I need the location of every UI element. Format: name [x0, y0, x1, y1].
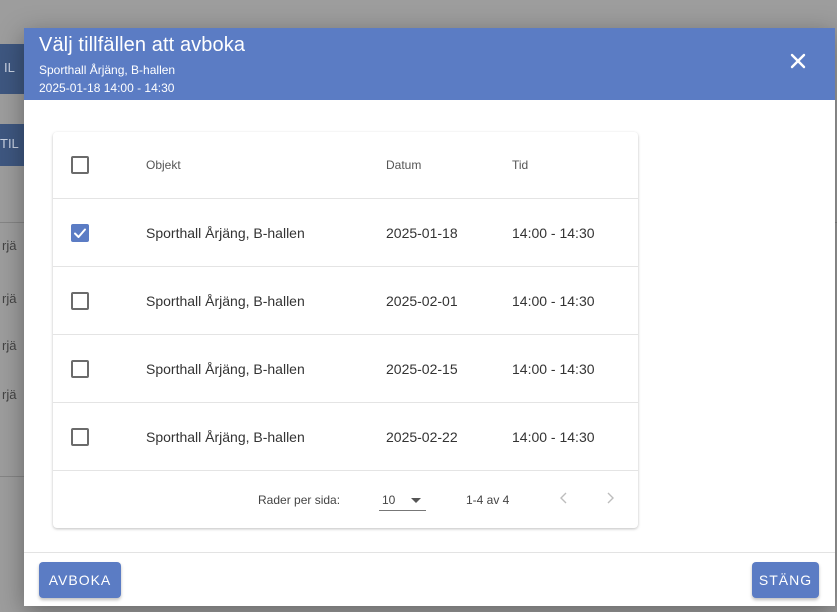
table-header-row: Objekt Datum Tid [53, 132, 638, 199]
row-object: Sporthall Årjäng, B-hallen [146, 292, 305, 309]
row-checkbox[interactable] [71, 359, 89, 378]
background-divider [0, 476, 24, 477]
table-row[interactable]: Sporthall Årjäng, B-hallen 2025-02-15 14… [53, 335, 638, 403]
column-header-time[interactable]: Tid [512, 132, 528, 198]
row-checkbox-cell [71, 267, 93, 334]
background-label-fragment: TIL [0, 136, 19, 151]
select-all-checkbox[interactable] [71, 156, 89, 174]
row-checkbox[interactable] [71, 427, 89, 446]
row-date: 2025-02-22 [386, 428, 458, 445]
row-time: 14:00 - 14:30 [512, 428, 595, 445]
background-divider [0, 222, 24, 223]
background-row-fragment: rjä [2, 338, 17, 353]
chevron-right-icon[interactable] [602, 488, 618, 508]
row-date: 2025-02-01 [386, 292, 458, 309]
close-icon[interactable] [787, 50, 809, 72]
row-checkbox-cell [71, 335, 93, 402]
background-header-strip: IL [0, 44, 24, 94]
row-checkbox-checked[interactable] [71, 223, 89, 242]
row-checkbox-cell [71, 403, 93, 470]
occasions-table: Objekt Datum Tid Sporthall Årjäng, B-hal… [53, 132, 638, 528]
row-checkbox[interactable] [71, 291, 89, 310]
pagination-range: 1-4 av 4 [466, 493, 510, 507]
chevron-left-icon[interactable] [556, 488, 572, 508]
row-object: Sporthall Årjäng, B-hallen [146, 428, 305, 445]
background-row-fragment: rjä [2, 238, 17, 253]
row-object: Sporthall Årjäng, B-hallen [146, 360, 305, 377]
rows-per-page-value: 10 [382, 493, 396, 507]
table-row[interactable]: Sporthall Årjäng, B-hallen 2025-02-01 14… [53, 267, 638, 335]
row-date: 2025-02-15 [386, 360, 458, 377]
table-row[interactable]: Sporthall Årjäng, B-hallen 2025-01-18 14… [53, 199, 638, 267]
close-dialog-button[interactable]: STÄNG [752, 562, 819, 598]
caret-down-icon [411, 498, 421, 503]
background-row-fragment: rjä [2, 291, 17, 306]
row-time: 14:00 - 14:30 [512, 360, 595, 377]
dialog-subtitle-location: Sporthall Årjäng, B-hallen [39, 63, 176, 77]
rows-per-page-select[interactable]: 10 [379, 487, 426, 511]
dialog-subtitle-time: 2025-01-18 14:00 - 14:30 [39, 81, 175, 95]
column-header-object[interactable]: Objekt [146, 132, 181, 198]
background-label-fragment: IL [4, 60, 15, 75]
row-checkbox-cell [71, 199, 93, 266]
row-time: 14:00 - 14:30 [512, 292, 595, 309]
dialog-header: Välj tillfällen att avboka Sporthall Årj… [24, 28, 835, 100]
background-header-strip: TIL [0, 124, 24, 166]
cancel-occasions-dialog: Välj tillfällen att avboka Sporthall Årj… [24, 28, 835, 606]
row-time: 14:00 - 14:30 [512, 224, 595, 241]
select-all-cell [71, 132, 93, 198]
column-header-date[interactable]: Datum [386, 132, 421, 198]
background-row-fragment: rjä [2, 387, 17, 402]
dialog-title: Välj tillfällen att avboka [39, 34, 246, 56]
check-icon [74, 228, 86, 238]
table-pagination: Rader per sida: 10 1-4 av 4 [53, 469, 638, 528]
rows-per-page-label: Rader per sida: [258, 493, 341, 507]
row-object: Sporthall Årjäng, B-hallen [146, 224, 305, 241]
dialog-actions-divider [24, 552, 835, 553]
table-row[interactable]: Sporthall Årjäng, B-hallen 2025-02-22 14… [53, 403, 638, 471]
cancel-booking-button[interactable]: AVBOKA [39, 562, 121, 598]
row-date: 2025-01-18 [386, 224, 458, 241]
